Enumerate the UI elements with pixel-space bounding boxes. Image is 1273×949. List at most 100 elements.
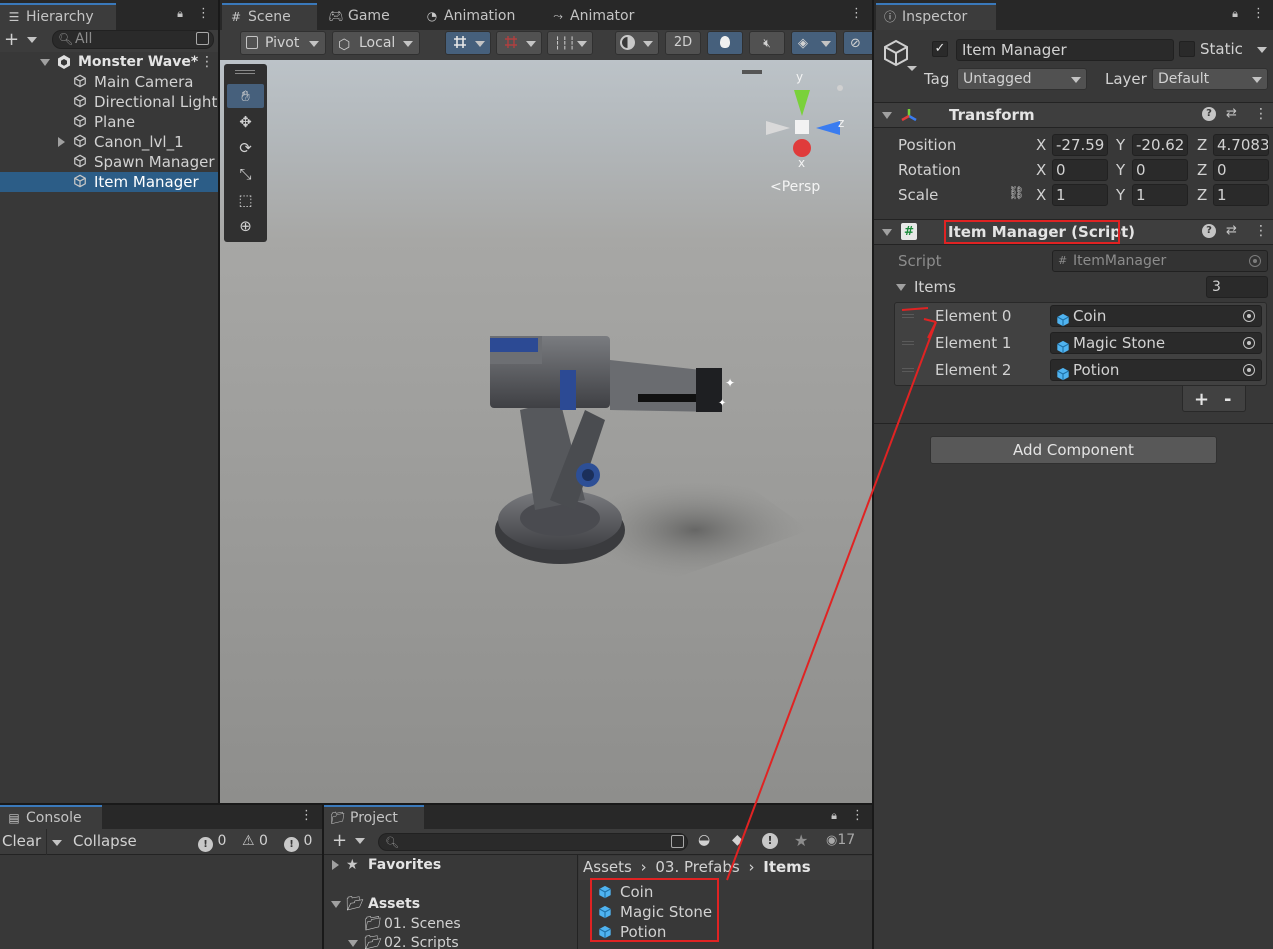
clear-button[interactable]: Clear (2, 832, 41, 850)
tab-animator[interactable]: ⤳ Animator (544, 3, 642, 30)
hierarchy-item[interactable]: Canon_lvl_1 (0, 132, 218, 152)
hidden-packages-toggle[interactable]: ◉17 (826, 832, 855, 848)
add-component-button[interactable]: Add Component (930, 436, 1217, 464)
transform-tool-button[interactable]: ⊕ (227, 214, 264, 238)
scale-x-field[interactable]: 1 (1052, 184, 1108, 206)
favorite-star-icon[interactable]: ★ (794, 831, 808, 850)
collapse-triangle-icon[interactable] (331, 901, 341, 908)
pivot-dropdown[interactable]: Pivot (240, 31, 326, 55)
position-y-axis-label[interactable]: Y (1116, 135, 1125, 155)
orientation-gizmo[interactable]: y z x <Persp (742, 68, 850, 198)
increment-snap-button[interactable] (496, 31, 542, 55)
tab-scene[interactable]: # Scene (222, 3, 317, 30)
help-icon[interactable]: ? (1202, 224, 1216, 238)
icon-dropdown-caret[interactable] (907, 66, 917, 71)
project-search-input[interactable]: 🔍︎ (378, 833, 688, 851)
search-by-label-icon[interactable]: ◆ (732, 832, 743, 848)
lock-icon[interactable]: 🔒︎ (828, 809, 840, 823)
log-issues-icon[interactable]: ! (762, 833, 778, 849)
ruler-snap-button[interactable]: ┆┆┆ (547, 31, 593, 55)
scale-tool-button[interactable]: ⤡ (227, 162, 264, 186)
rotation-x-axis-label[interactable]: X (1036, 160, 1046, 180)
hierarchy-search-input[interactable]: 🔍︎ All (52, 30, 214, 49)
tab-hierarchy[interactable]: ☰ Hierarchy (0, 3, 116, 30)
element-object-field[interactable]: Coin (1050, 305, 1262, 327)
project-menu-icon[interactable]: ⋮ (851, 809, 864, 823)
list-remove-button[interactable]: - (1224, 389, 1231, 410)
reorder-handle-icon[interactable] (902, 368, 914, 372)
expand-triangle-icon[interactable] (58, 137, 65, 147)
lock-icon[interactable]: 🔒︎ (174, 7, 186, 21)
scale-z-field[interactable]: 1 (1213, 184, 1269, 206)
lighting-toggle[interactable] (707, 31, 743, 55)
element-object-field[interactable]: Potion (1050, 359, 1262, 381)
items-label[interactable]: Items (914, 277, 956, 297)
scale-y-axis-label[interactable]: Y (1116, 185, 1125, 205)
create-plus-button[interactable]: + (4, 30, 38, 50)
rotate-tool-button[interactable]: ⟳ (227, 136, 264, 160)
favorites-row[interactable]: ★ Favorites (324, 855, 577, 875)
gizmo-menu-icon[interactable] (742, 70, 762, 74)
hidden-objects-toggle[interactable]: ⊘ (843, 31, 872, 55)
local-dropdown[interactable]: ⬡ Local (332, 31, 420, 55)
collapse-triangle-icon[interactable] (882, 229, 892, 236)
expand-triangle-icon[interactable] (332, 860, 339, 870)
component-menu-icon[interactable]: ⋮ (1254, 106, 1268, 122)
tab-animation[interactable]: ◔ Animation (418, 3, 523, 30)
reorder-handle-icon[interactable] (902, 314, 914, 318)
layer-dropdown[interactable]: Default (1152, 68, 1268, 90)
inspector-menu-icon[interactable]: ⋮ (1252, 7, 1265, 21)
component-menu-icon[interactable]: ⋮ (1254, 223, 1268, 239)
position-x-field[interactable]: -27.59 (1052, 134, 1108, 156)
script-component-checkbox[interactable]: # (901, 223, 917, 240)
constrain-proportions-icon[interactable]: ⛓︎ (1008, 186, 1025, 201)
overlay-handle[interactable] (235, 70, 255, 74)
static-checkbox[interactable] (1179, 41, 1195, 57)
hierarchy-item[interactable]: Spawn Manager (0, 152, 218, 172)
element-object-field[interactable]: Magic Stone (1050, 332, 1262, 354)
transform-header[interactable]: Transform ? ⇄ ⋮ (874, 102, 1273, 128)
breadcrumb-item-current[interactable]: Items (763, 858, 810, 876)
position-y-field[interactable]: -20.62 (1132, 134, 1188, 156)
static-dropdown-caret[interactable] (1257, 47, 1267, 53)
grid-snap-button[interactable] (445, 31, 491, 55)
help-icon[interactable]: ? (1202, 107, 1216, 121)
search-by-type-icon[interactable]: ◒ (698, 832, 710, 848)
scene-root-row[interactable]: Monster Wave* ⋮ (0, 52, 218, 72)
hierarchy-item[interactable]: Main Camera (0, 72, 218, 92)
create-plus-button[interactable]: + (332, 830, 366, 852)
tab-console[interactable]: ▤ Console (0, 805, 102, 829)
object-picker-icon[interactable] (1243, 310, 1255, 322)
items-foldout-triangle[interactable] (896, 284, 906, 291)
error-filter-toggle[interactable]: ! 0 (284, 833, 320, 853)
clear-options-dropdown[interactable] (46, 829, 66, 855)
scale-y-field[interactable]: 1 (1132, 184, 1188, 206)
perspective-label[interactable]: <Persp (770, 179, 820, 195)
rotation-y-axis-label[interactable]: Y (1116, 160, 1125, 180)
rotation-x-field[interactable]: 0 (1052, 159, 1108, 181)
hierarchy-item[interactable]: Item Manager (0, 172, 218, 192)
hierarchy-menu-icon[interactable]: ⋮ (197, 7, 210, 21)
scene-viewport[interactable]: ✦ ✦ ✋︎ ✥ ⟳ ⤡ ⬚ ⊕ y z x <Persp (220, 60, 872, 803)
draw-mode-dropdown[interactable] (615, 31, 659, 55)
rotation-z-field[interactable]: 0 (1213, 159, 1269, 181)
list-add-button[interactable]: + (1194, 389, 1209, 410)
scenes-folder-row[interactable]: 📁︎ 01. Scenes (324, 914, 577, 934)
position-x-axis-label[interactable]: X (1036, 135, 1046, 155)
breadcrumb-item[interactable]: 03. Prefabs (655, 858, 739, 876)
tab-inspector[interactable]: ⓘ Inspector (876, 3, 996, 30)
rotation-z-axis-label[interactable]: Z (1197, 160, 1207, 180)
scale-x-axis-label[interactable]: X (1036, 185, 1046, 205)
tag-dropdown[interactable]: Untagged (957, 68, 1087, 90)
items-size-field[interactable]: 3 (1206, 276, 1268, 298)
object-picker-icon[interactable] (1243, 337, 1255, 349)
console-menu-icon[interactable]: ⋮ (300, 809, 313, 823)
toggle-2d-button[interactable]: 2D (665, 31, 701, 55)
scene-menu-icon[interactable]: ⋮ (850, 7, 863, 21)
collapse-triangle-icon[interactable] (882, 112, 892, 119)
warning-filter-toggle[interactable]: ⚠︎ 0 (242, 833, 278, 853)
reorder-handle-icon[interactable] (902, 341, 914, 345)
scene-menu-icon[interactable]: ⋮ (200, 52, 214, 72)
active-checkbox[interactable]: ✓ (932, 41, 948, 57)
tab-game[interactable]: 🎮︎ Game (322, 3, 398, 30)
